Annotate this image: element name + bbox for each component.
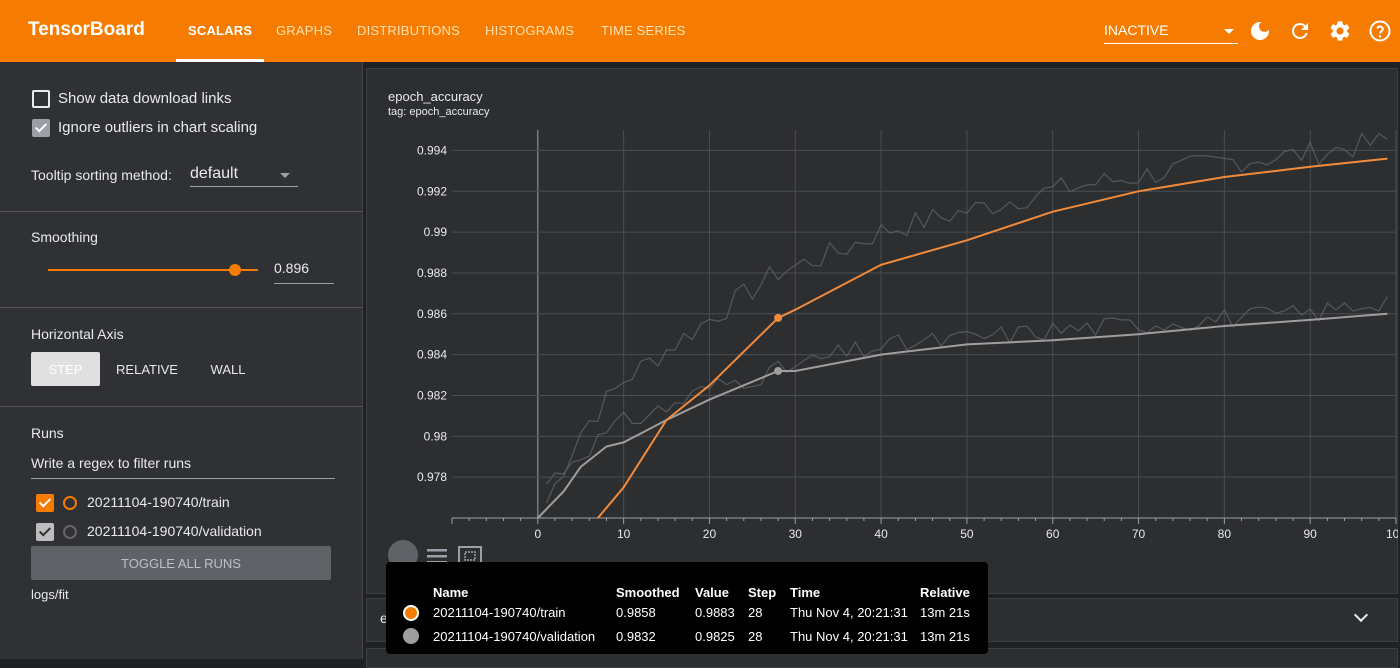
tooltip-row-value: 0.9825 [695,629,735,644]
x-tick-label: 0 [534,527,541,541]
reload-status-value: INACTIVE [1104,22,1169,38]
ignore-outliers-label: Ignore outliers in chart scaling [58,119,258,136]
x-tick-label: 60 [1046,527,1060,541]
sidebar-divider [0,307,363,308]
series-validation-line [537,312,1388,519]
axis-relative-button[interactable]: RELATIVE [108,352,186,386]
tooltip-row-name: 20211104-190740/train [433,605,566,620]
toggle-all-runs-button[interactable]: TOGGLE ALL RUNS [31,546,331,580]
horizontal-axis-label: Horizontal Axis [31,326,124,342]
y-tick-label: 0.994 [417,143,447,157]
hover-point-validation [774,366,783,375]
y-tick-label: 0.992 [417,184,447,198]
smoothing-value-input[interactable]: 0.896 [274,260,334,284]
tooltip-row-name: 20211104-190740/validation [433,629,596,644]
tooltip-header-smoothed: Smoothed [616,585,680,600]
tooltip-sort-value: default [190,165,239,182]
series-train-line [597,157,1388,519]
x-tick-label: 100 [1386,527,1398,541]
tooltip-header-relative: Relative [920,585,970,600]
settings-gear-icon[interactable] [1328,19,1352,43]
x-tick-label: 90 [1304,527,1318,541]
hover-point-train [774,313,783,322]
y-tick-label: 0.98 [424,429,448,443]
y-tick-label: 0.978 [417,470,447,484]
smoothing-slider-track[interactable] [48,269,258,271]
run-train-checkbox[interactable] [36,494,54,512]
top-app-bar: TensorBoard SCALARS GRAPHS DISTRIBUTIONS… [0,0,1400,62]
tab-histograms[interactable]: HISTOGRAMS [485,23,574,38]
chevron-down-icon [1224,29,1234,34]
run-validation-checkbox[interactable] [36,523,54,541]
tooltip-row-smoothed: 0.9832 [616,629,656,644]
axis-wall-button[interactable]: WALL [196,352,260,386]
runs-label: Runs [31,425,64,441]
tooltip-row-relative: 13m 21s [920,629,970,644]
run-validation-label: 20211104-190740/validation [87,523,262,539]
y-tick-label: 0.99 [424,225,448,239]
y-tick-label: 0.982 [417,388,447,402]
sidebar-divider [0,406,363,407]
checkmark-icon [38,524,52,537]
ignore-outliers-checkbox[interactable] [32,119,50,137]
tooltip-row-value: 0.9883 [695,605,735,620]
show-download-links-label: Show data download links [58,90,232,107]
tab-scalars[interactable]: SCALARS [188,23,252,38]
tab-graphs[interactable]: GRAPHS [276,23,332,38]
x-tick-label: 80 [1218,527,1232,541]
tooltip-header-value: Value [695,585,729,600]
tooltip-row-time: Thu Nov 4, 20:21:31 [790,605,908,620]
run-color-swatch[interactable] [63,496,77,510]
checkmark-icon [38,495,52,508]
reload-status-select[interactable]: INACTIVE [1104,22,1238,44]
sidebar-divider [0,211,363,212]
tooltip-sort-select[interactable]: default [190,163,298,187]
x-tick-label: 50 [960,527,974,541]
smoothing-label: Smoothing [31,229,98,245]
tooltip-row-step: 28 [748,605,763,620]
tab-distributions[interactable]: DISTRIBUTIONS [357,23,460,38]
refresh-icon[interactable] [1288,19,1312,43]
tooltip-header-step: Step [748,585,777,600]
x-tick-label: 20 [703,527,717,541]
tab-time-series[interactable]: TIME SERIES [601,23,686,38]
runs-filter-input[interactable]: Write a regex to filter runs [31,455,335,479]
dark-mode-icon[interactable] [1248,19,1272,43]
run-train-label: 20211104-190740/train [87,494,230,510]
chart-title: epoch_accuracy [388,89,483,104]
chart-tag: tag: epoch_accuracy [388,106,490,118]
scalar-chart[interactable]: 0 10 20 30 40 50 60 70 80 90 100 0.978 0.98 0.982 0.98… [366,130,1398,546]
run-color-swatch[interactable] [63,525,77,539]
y-tick-label: 0.986 [417,307,447,321]
tooltip-sort-label: Tooltip sorting method: [31,167,172,183]
tooltip-row-time: Thu Nov 4, 20:21:31 [790,629,908,644]
tooltip-row-step: 28 [748,629,763,644]
smoothing-slider-thumb[interactable] [229,264,241,276]
tooltip-header-time: Time [790,585,821,600]
tooltip-row-relative: 13m 21s [920,605,970,620]
log-dir-label: logs/fit [31,587,69,602]
axis-step-button[interactable]: STEP [31,352,100,386]
x-tick-label: 70 [1132,527,1146,541]
y-tick-label: 0.988 [417,266,447,280]
app-brand: TensorBoard [28,19,145,40]
tooltip-run-swatch [403,628,419,644]
tooltip-row-smoothed: 0.9858 [616,605,656,620]
x-tick-label: 30 [789,527,803,541]
x-tick-label: 10 [617,527,631,541]
tooltip-run-swatch [403,605,419,621]
tooltip-header-name: Name [433,585,469,600]
checkmark-icon [34,120,48,133]
help-icon[interactable] [1368,19,1392,43]
y-tick-label: 0.984 [417,348,447,362]
show-download-links-checkbox[interactable] [32,90,50,108]
chevron-down-icon [280,173,290,178]
x-tick-label: 40 [874,527,888,541]
